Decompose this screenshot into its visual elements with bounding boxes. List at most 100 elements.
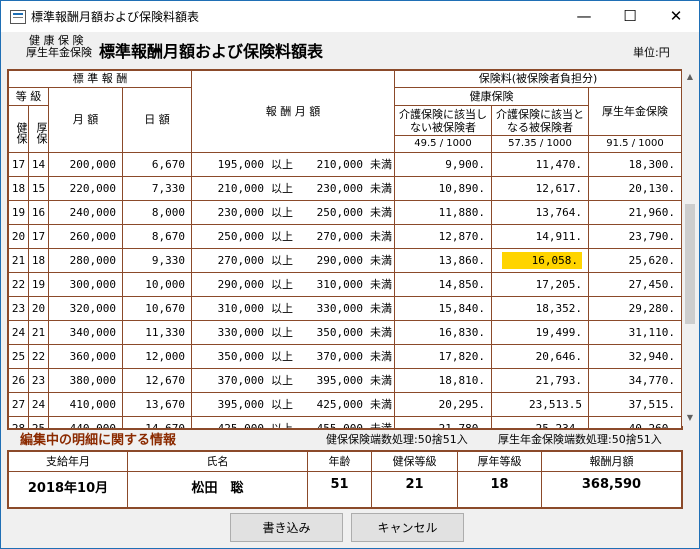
detail-value: 2018年10月 <box>27 481 109 496</box>
cell-from-suffix: 以上 <box>271 398 293 411</box>
cell-k3: 32,940. <box>628 350 675 363</box>
cell-g1: 24 <box>9 321 29 344</box>
cell-k1: 14,850. <box>395 273 492 296</box>
cell-from-suffix: 以上 <box>271 326 293 339</box>
cell-g2: 15 <box>29 177 49 200</box>
table-scrollbar[interactable]: ▲ ▼ <box>682 69 698 426</box>
cell-k1: 15,840. <box>395 297 492 320</box>
cell-daily: 8,670 <box>123 225 192 248</box>
table-row[interactable]: 23 20 320,000 10,670 310,000 以上 330,000 未満 15,84… <box>9 297 681 321</box>
cell-g2: 20 <box>29 297 49 320</box>
cell-k1: 16,830. <box>395 321 492 344</box>
cell-to: 250,000 <box>316 206 363 219</box>
cell-g2: 22 <box>29 345 49 368</box>
detail-name: 氏名 松田 聡 <box>128 452 308 507</box>
scroll-thumb[interactable] <box>685 204 695 324</box>
detail-label: 健保等級 <box>372 452 457 472</box>
cell-k1: 17,820. <box>395 345 492 368</box>
cell-k2: 11,470. <box>492 153 589 176</box>
tokyu-header: 等 級 <box>9 88 49 106</box>
cell-to: 330,000 <box>316 302 363 315</box>
highlighted-value[interactable]: 16,058. <box>501 252 582 269</box>
maximize-button[interactable]: ☐ <box>607 1 653 32</box>
cell-daily: 10,000 <box>123 273 192 296</box>
kosei-rounding: 厚生年金保険端数処理:50捨51入 <box>498 433 662 446</box>
cell-to-suffix: 未満 <box>369 201 395 224</box>
cell-k1: 13,860. <box>395 249 492 272</box>
cell-to-suffix: 未満 <box>369 177 395 200</box>
table-row[interactable]: 18 15 220,000 7,330 210,000 以上 230,000 未満 10,890… <box>9 177 681 201</box>
cell-from: 290,000 <box>217 278 264 291</box>
cell-to-suffix: 未満 <box>369 153 395 176</box>
cell-g1: 27 <box>9 393 29 416</box>
cell-k2: 25,234. <box>492 417 589 428</box>
cell-to-suffix: 未満 <box>369 393 395 416</box>
cell-to: 350,000 <box>316 326 363 339</box>
cell-monthly: 280,000 <box>49 249 123 272</box>
cell-to-suffix: 未満 <box>369 321 395 344</box>
cell-g1: 18 <box>9 177 29 200</box>
rate-3: 91.5 / 1000 <box>589 136 681 153</box>
insurance-table: 標 準 報 酬 等 級 健保 厚保 月 額 日 額 報 酬 月 額 保険料(被保… <box>7 69 683 430</box>
cell-to: 395,000 <box>316 374 363 387</box>
insurance-type-label: 健 康 保 険 厚生年金保険 <box>26 35 92 59</box>
cell-to-suffix: 未満 <box>369 273 395 296</box>
cell-to: 290,000 <box>316 254 363 267</box>
detail-value: 18 <box>490 477 509 492</box>
cell-k2: 20,646. <box>492 345 589 368</box>
write-button[interactable]: 書き込み <box>230 513 343 542</box>
cell-to: 425,000 <box>316 398 363 411</box>
cell-to-suffix: 未満 <box>369 225 395 248</box>
cell-g1: 19 <box>9 201 29 224</box>
cell-from-suffix: 以上 <box>271 254 293 267</box>
kaigo-yes-header: 介護保険に該当となる被保険者 <box>492 106 589 136</box>
detail-payment-month: 支給年月 2018年10月 <box>9 452 128 507</box>
cell-k3: 31,110. <box>628 326 675 339</box>
table-row[interactable]: 24 21 340,000 11,330 330,000 以上 350,000 未満 16,83… <box>9 321 681 345</box>
cell-from-suffix: 以上 <box>271 350 293 363</box>
detail-value: 21 <box>405 477 424 492</box>
cell-k1: 10,890. <box>395 177 492 200</box>
cell-daily: 9,330 <box>123 249 192 272</box>
detail-label: 氏名 <box>128 452 307 472</box>
cell-to: 370,000 <box>316 350 363 363</box>
table-row[interactable]: 27 24 410,000 13,670 395,000 以上 425,000 未満 20,29… <box>9 393 681 417</box>
table-row[interactable]: 22 19 300,000 10,000 290,000 以上 310,000 未満 14,85… <box>9 273 681 297</box>
cell-g2: 18 <box>29 249 49 272</box>
cell-to: 230,000 <box>316 182 363 195</box>
cell-k3: 23,790. <box>628 230 675 243</box>
scroll-down-icon[interactable]: ▼ <box>682 410 698 426</box>
cell-k2: 19,499. <box>492 321 589 344</box>
minimize-button[interactable]: — <box>561 1 607 32</box>
rate-2: 57.35 / 1000 <box>492 136 589 153</box>
detail-label: 支給年月 <box>9 452 127 472</box>
cell-k2: 18,352. <box>492 297 589 320</box>
cell-to: 455,000 <box>316 422 363 430</box>
page-title: 標準報酬月額および保険料額表 <box>99 42 324 61</box>
table-row[interactable]: 19 16 240,000 8,000 230,000 以上 250,000 未満 11,880… <box>9 201 681 225</box>
cell-monthly: 380,000 <box>49 369 123 392</box>
cell-g2: 16 <box>29 201 49 224</box>
table-row[interactable]: 26 23 380,000 12,670 370,000 以上 395,000 未満 18,81… <box>9 369 681 393</box>
table-row[interactable]: 25 22 360,000 12,000 350,000 以上 370,000 未満 17,82… <box>9 345 681 369</box>
close-button[interactable]: ✕ <box>653 1 699 32</box>
cell-monthly: 340,000 <box>49 321 123 344</box>
cell-from: 330,000 <box>217 326 264 339</box>
cell-daily: 8,000 <box>123 201 192 224</box>
cell-from-suffix: 以上 <box>271 158 293 171</box>
cancel-button[interactable]: キャンセル <box>351 513 464 542</box>
cell-k3: 27,450. <box>628 278 675 291</box>
cell-g2: 14 <box>29 153 49 176</box>
kenpo-rounding: 健保保険端数処理:50捨51入 <box>326 433 468 446</box>
cell-g2: 24 <box>29 393 49 416</box>
kosei-nenkin-header: 厚生年金保険 <box>589 88 681 136</box>
app-icon <box>10 10 26 24</box>
title-bar[interactable]: 標準報酬月額および保険料額表 — ☐ ✕ <box>1 1 699 32</box>
table-row[interactable]: 21 18 280,000 9,330 270,000 以上 290,000 未満 13,860… <box>9 249 681 273</box>
table-row[interactable]: 17 14 200,000 6,670 195,000 以上 210,000 未満 9,900.… <box>9 153 681 177</box>
cell-monthly: 360,000 <box>49 345 123 368</box>
section-title: 編集中の明細に関する情報 <box>20 433 177 448</box>
cell-from-suffix: 以上 <box>271 230 293 243</box>
table-row[interactable]: 20 17 260,000 8,670 250,000 以上 270,000 未満 12,870… <box>9 225 681 249</box>
scroll-up-icon[interactable]: ▲ <box>682 69 698 85</box>
